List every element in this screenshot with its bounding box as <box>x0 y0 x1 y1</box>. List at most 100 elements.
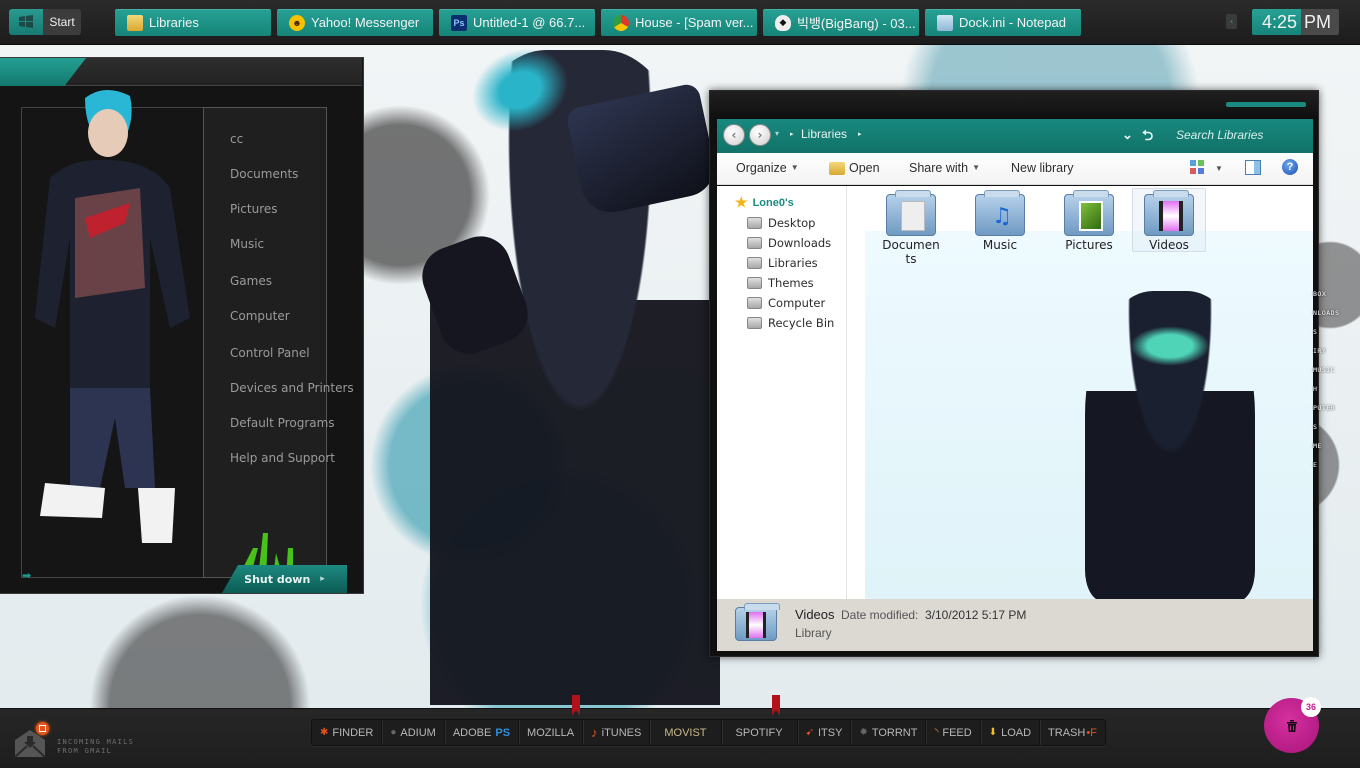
share-with-menu-button[interactable]: Share with ▼ <box>909 161 980 175</box>
view-options-dropdown-icon[interactable]: ▼ <box>1215 162 1223 176</box>
start-menu-item-default-programs[interactable]: Default Programs <box>230 416 335 430</box>
shutdown-options-arrow-icon[interactable]: ▸ <box>320 574 325 584</box>
side-dock-labels: BOX NLOADS S IRY MUSIC H PUTER S ME E <box>1313 290 1360 480</box>
search-input[interactable]: Search Libraries <box>1176 128 1263 142</box>
start-menu-item-help-and-support[interactable]: Help and Support <box>230 451 335 465</box>
details-item-type: Library <box>795 626 832 640</box>
start-menu-item-pictures[interactable]: Pictures <box>230 202 278 216</box>
nav-item-desktop[interactable]: Desktop <box>747 216 842 230</box>
back-button[interactable]: ‹ <box>723 124 745 146</box>
change-view-button[interactable] <box>1190 160 1204 177</box>
side-dock-item[interactable]: IRY <box>1313 347 1360 366</box>
dock-item-feed[interactable]: ◝ FEED <box>926 720 981 745</box>
dock-item-label: iTUNES <box>601 726 642 739</box>
start-menu-item-music[interactable]: Music <box>230 237 264 251</box>
taskbar-item-photoshop[interactable]: Ps Untitled-1 @ 66.7... <box>439 9 595 36</box>
dock-item-torrnt[interactable]: ✹ TORRNT <box>851 720 927 745</box>
dock-item-label: LOAD <box>1001 726 1032 739</box>
breadcrumb-separator-icon: ▸ <box>790 131 794 138</box>
breadcrumb-chevron-icon[interactable]: ▸ <box>858 130 862 138</box>
themes-icon <box>747 277 762 289</box>
dock-item-label: SPOTIFY <box>735 726 783 739</box>
start-menu-item-devices-and-printers[interactable]: Devices and Printers <box>230 381 354 395</box>
library-pictures[interactable]: Pictures <box>1052 190 1126 252</box>
app-dock: ✱ FINDER ● ADIUM ADOBE PS MOZILLA ♪ iTUN… <box>311 719 1106 746</box>
library-label: Documents <box>882 238 940 266</box>
window-title-bar[interactable] <box>710 91 1318 119</box>
user-switch-arrow-icon[interactable]: ➡ <box>22 569 31 582</box>
recent-pages-dropdown-icon[interactable]: ▾ <box>775 129 779 138</box>
dock-item-mozilla[interactable]: MOZILLA <box>519 720 584 745</box>
side-dock-item[interactable]: H <box>1313 385 1360 404</box>
taskbar-item-yahoo-messenger[interactable]: ☻ Yahoo! Messenger <box>277 9 433 36</box>
library-label: Music <box>982 238 1018 252</box>
recycle-bin-icon <box>747 317 762 329</box>
nav-item-themes[interactable]: Themes <box>747 276 842 290</box>
show-hidden-icons-button[interactable]: ‹ <box>1226 14 1237 29</box>
start-menu-item-computer[interactable]: Computer <box>230 309 290 323</box>
itunes-icon: ♪ <box>591 725 598 740</box>
help-button[interactable]: ? <box>1282 159 1298 175</box>
window-controls-bar[interactable] <box>1226 102 1306 107</box>
dock-item-trash[interactable]: TRASH •F <box>1040 720 1105 745</box>
new-library-button[interactable]: New library <box>1011 161 1074 175</box>
side-dock-item[interactable]: ME <box>1313 442 1360 461</box>
side-dock-item[interactable]: S <box>1313 423 1360 442</box>
start-menu-item-cc[interactable]: cc <box>230 132 243 146</box>
music-folder-icon: ♫ <box>975 190 1025 236</box>
library-music[interactable]: ♫ Music <box>963 190 1037 252</box>
open-button[interactable]: Open <box>829 161 880 175</box>
dock-item-finder[interactable]: ✱ FINDER <box>312 720 383 745</box>
breadcrumb-libraries[interactable]: Libraries <box>801 127 847 141</box>
documents-folder-icon <box>886 190 936 236</box>
forward-button[interactable]: › <box>749 124 771 146</box>
nav-item-libraries[interactable]: Libraries <box>747 256 842 270</box>
dock-item-label: TORRNT <box>871 726 918 739</box>
nav-item-computer[interactable]: Computer <box>747 296 842 310</box>
shutdown-button[interactable]: Shut down ▸ <box>222 565 347 593</box>
taskbar-item-notepad[interactable]: Dock.ini - Notepad <box>925 9 1081 36</box>
dock-item-itunes[interactable]: ♪ iTUNES <box>583 720 651 745</box>
dock-item-adium[interactable]: ● ADIUM <box>382 720 445 745</box>
start-menu: cc Documents Pictures Music Games Comput… <box>0 57 364 594</box>
nav-item-recycle-bin[interactable]: Recycle Bin <box>747 316 842 330</box>
preview-pane-button[interactable] <box>1245 160 1261 178</box>
taskbar-item-chrome[interactable]: House - [Spam ver... <box>601 9 757 36</box>
details-date-label: Date modified: <box>841 608 919 622</box>
nav-item-downloads[interactable]: Downloads <box>747 236 842 250</box>
start-button[interactable]: Start <box>9 9 81 35</box>
start-menu-item-games[interactable]: Games <box>230 274 272 288</box>
favorites-group[interactable]: ★ Lone0's <box>735 194 794 211</box>
side-dock-item[interactable]: PUTER <box>1313 404 1360 423</box>
side-dock-item[interactable]: S <box>1313 328 1360 347</box>
user-picture[interactable] <box>30 88 205 548</box>
side-dock-item[interactable]: NLOADS <box>1313 309 1360 328</box>
folder-background-image <box>865 231 1313 599</box>
start-menu-item-documents[interactable]: Documents <box>230 167 298 181</box>
gear-icon: ✹ <box>859 727 868 738</box>
chevron-down-icon: ▼ <box>972 163 980 172</box>
side-dock-item[interactable]: E <box>1313 461 1360 480</box>
dock-item-adobe-ps[interactable]: ADOBE PS <box>445 720 520 745</box>
trash-icon <box>1286 719 1297 732</box>
start-menu-item-control-panel[interactable]: Control Panel <box>230 346 310 360</box>
dock-item-load[interactable]: ⬇ LOAD <box>981 720 1041 745</box>
dock-item-label: FEED <box>942 726 972 739</box>
mail-widget-text: INCOMING MAILS FROM GMAIL <box>57 738 134 756</box>
taskbar-item-foobar[interactable]: ◆ 빅뱅(BigBang) - 03... <box>763 9 919 36</box>
dock-item-movist[interactable]: MOVIST <box>650 720 722 745</box>
mail-widget-line2: FROM GMAIL <box>57 747 113 755</box>
address-dropdown-icon[interactable]: ⌄ <box>1122 127 1133 143</box>
favorites-label: Lone0's <box>752 196 794 209</box>
dock-item-itsy[interactable]: ➹ ITSY <box>798 720 852 745</box>
dock-item-spotify[interactable]: SPOTIFY <box>722 720 798 745</box>
side-dock-item[interactable]: BOX <box>1313 290 1360 309</box>
taskbar-item-libraries[interactable]: Libraries <box>115 9 271 36</box>
library-documents[interactable]: Documents <box>874 190 948 266</box>
organize-menu-button[interactable]: Organize ▼ <box>736 161 799 175</box>
clock[interactable]: 4:25 PM <box>1252 9 1340 35</box>
details-item-name: Videos <box>795 607 835 622</box>
refresh-icon[interactable]: ⮌ <box>1142 125 1153 149</box>
library-videos[interactable]: Videos <box>1132 188 1206 252</box>
side-dock-item[interactable]: MUSIC <box>1313 366 1360 385</box>
